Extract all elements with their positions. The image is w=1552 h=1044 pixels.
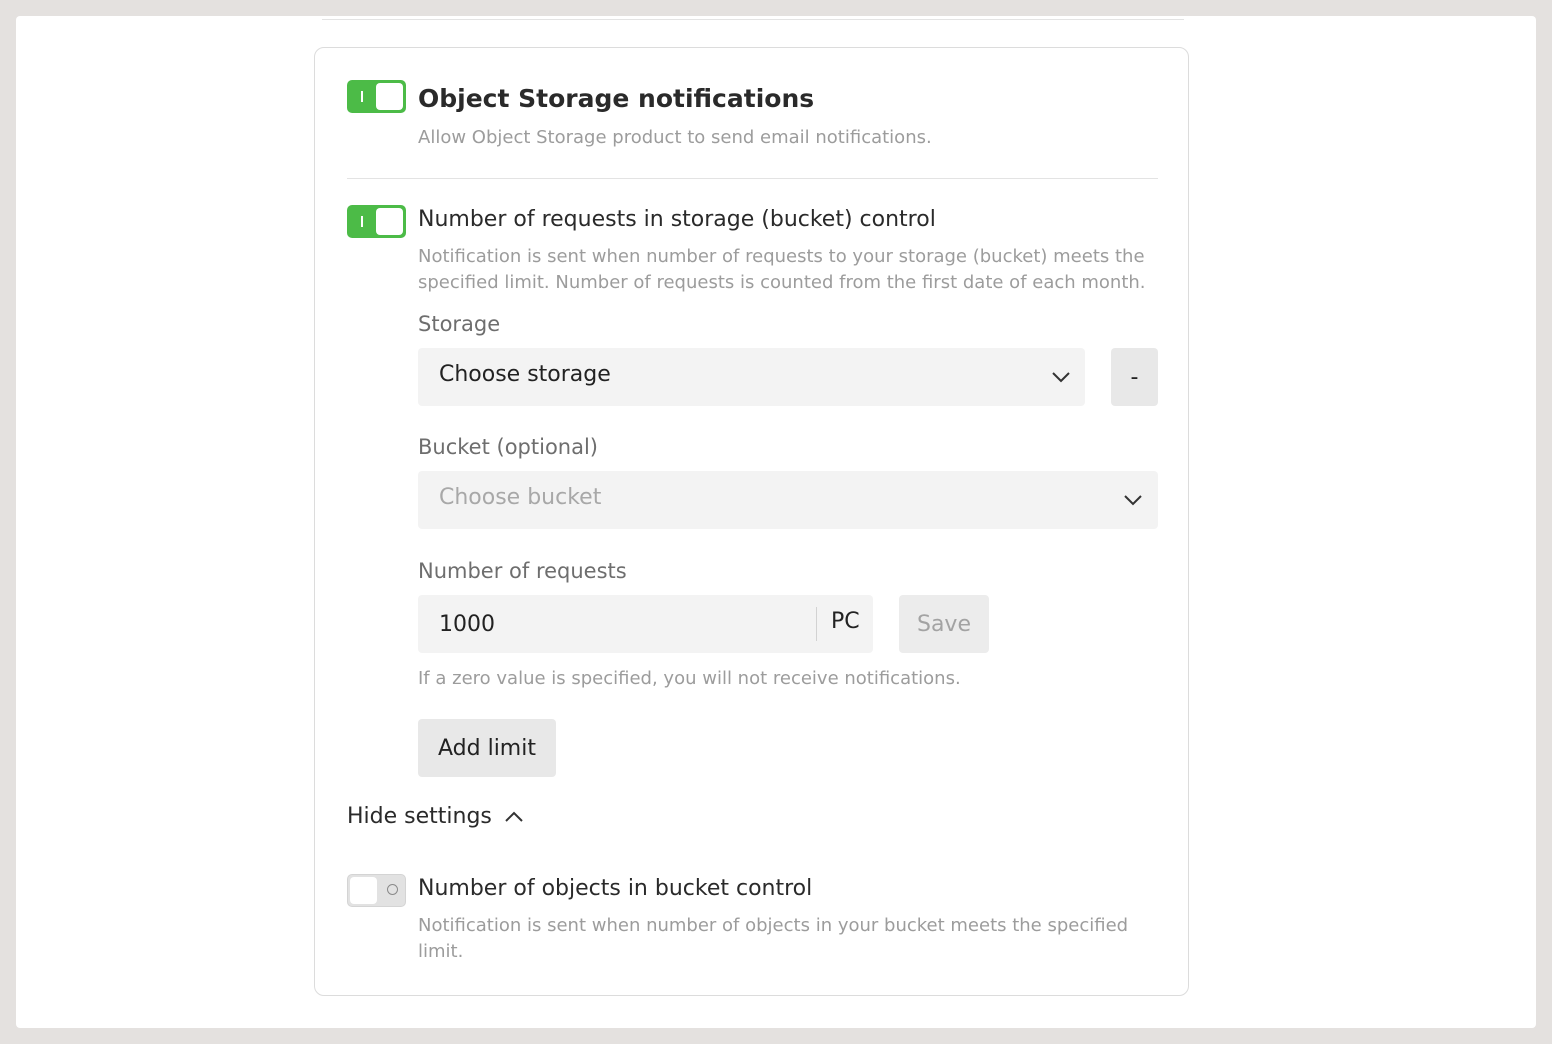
requests-control-title: Number of requests in storage (bucket) c… xyxy=(418,207,936,232)
requests-control-description: Notification is sent when number of requ… xyxy=(418,246,1146,293)
chevron-down-icon xyxy=(1124,495,1142,506)
notifications-card: Object Storage notifications Allow Objec… xyxy=(314,47,1189,996)
chevron-up-icon xyxy=(505,811,523,822)
chevron-down-icon xyxy=(1052,372,1070,383)
zero-value-hint: If a zero value is specified, you will n… xyxy=(418,668,961,689)
section-description: Allow Object Storage product to send ema… xyxy=(418,127,932,148)
input-separator xyxy=(816,607,817,641)
objects-control-description: Notification is sent when number of obje… xyxy=(418,915,1129,962)
remove-limit-button[interactable]: - xyxy=(1111,348,1158,406)
toggle-off-mark-icon xyxy=(387,884,398,895)
storage-select[interactable]: Choose storage xyxy=(418,348,1085,406)
section-title: Object Storage notifications xyxy=(418,84,815,113)
toggle-on-mark-icon xyxy=(361,216,363,227)
add-limit-button[interactable]: Add limit xyxy=(418,719,556,777)
screen: Object Storage notifications Allow Objec… xyxy=(16,16,1536,1028)
toggle-knob xyxy=(350,877,377,904)
bucket-label: Bucket (optional) xyxy=(418,435,598,459)
toggle-knob xyxy=(376,83,403,110)
requests-control-toggle[interactable] xyxy=(347,205,406,238)
toggle-on-mark-icon xyxy=(361,91,363,102)
requests-unit: PC xyxy=(831,609,860,634)
hide-settings-label: Hide settings xyxy=(347,804,492,829)
save-button[interactable]: Save xyxy=(899,595,989,653)
object-storage-notifications-toggle[interactable] xyxy=(347,80,406,113)
top-divider xyxy=(322,19,1184,20)
requests-label: Number of requests xyxy=(418,559,627,583)
section-divider xyxy=(347,178,1158,179)
objects-control-toggle[interactable] xyxy=(347,874,406,907)
hide-settings-toggle[interactable]: Hide settings xyxy=(347,804,524,829)
storage-select-value: Choose storage xyxy=(439,362,611,387)
bucket-select-placeholder: Choose bucket xyxy=(439,485,602,510)
bucket-select[interactable]: Choose bucket xyxy=(418,471,1158,529)
storage-label: Storage xyxy=(418,312,501,336)
objects-control-title: Number of objects in bucket control xyxy=(418,876,813,901)
toggle-knob xyxy=(376,208,403,235)
requests-input[interactable] xyxy=(418,595,816,653)
requests-input-group: PC xyxy=(418,595,873,653)
